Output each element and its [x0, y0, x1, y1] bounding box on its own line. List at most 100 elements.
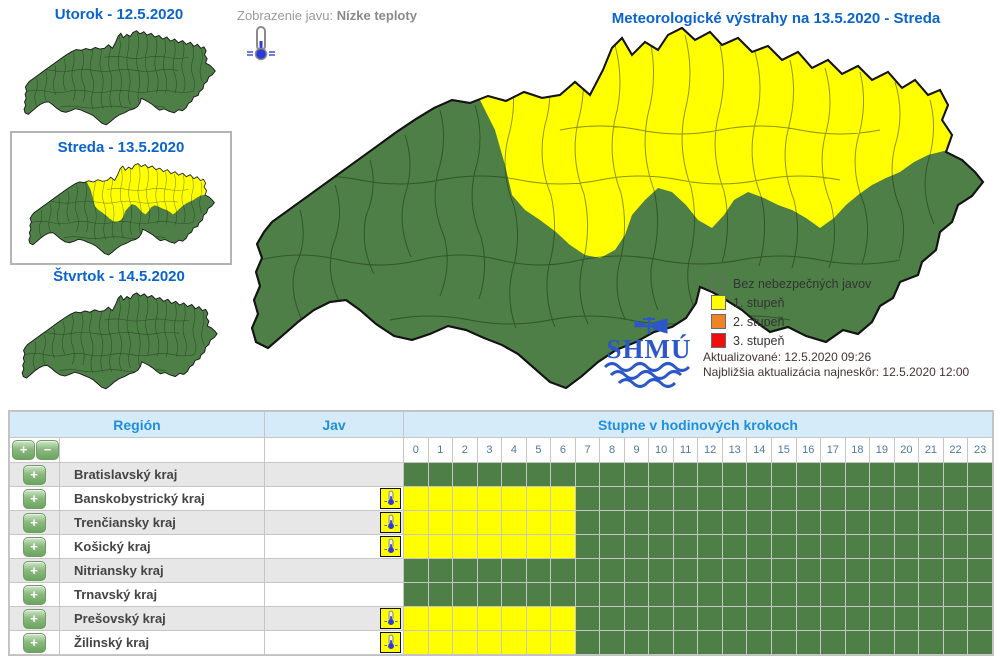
legend-label: Bez nebezpečných javov — [733, 277, 871, 291]
hour-header-1: 1 — [428, 438, 453, 463]
warning-cell-hour-4 — [502, 631, 527, 655]
day-tab-streda-label[interactable]: Streda - 13.5.2020 — [12, 139, 230, 156]
legend-item: 3. stupeň — [711, 333, 871, 348]
day-tab-stvrtok-label[interactable]: Štvrtok - 14.5.2020 — [8, 268, 230, 285]
day-tab-stvrtok[interactable]: Štvrtok - 14.5.2020 — [8, 268, 230, 392]
warning-cell-hour-16 — [796, 463, 821, 487]
warning-cell-hour-16 — [796, 583, 821, 607]
warning-cell-hour-0 — [404, 463, 429, 487]
warning-cell-hour-21 — [919, 463, 944, 487]
expand-region-button[interactable]: + — [23, 585, 46, 605]
warning-table: Región Jav Stupne v hodinových krokoch +… — [8, 410, 994, 656]
warning-cell-hour-1 — [428, 511, 453, 535]
warning-cell-hour-9 — [624, 631, 649, 655]
warning-cell-hour-11 — [673, 583, 698, 607]
warning-cell-hour-19 — [870, 559, 895, 583]
warning-cell-hour-19 — [870, 631, 895, 655]
expand-region-button[interactable]: + — [23, 537, 46, 557]
expand-region-button[interactable]: + — [23, 633, 46, 653]
day-tab-utorok-label[interactable]: Utorok - 12.5.2020 — [8, 6, 230, 23]
warning-cell-hour-8 — [600, 631, 625, 655]
updated-at: Aktualizované: 12.5.2020 09:26 — [703, 350, 969, 365]
warning-cell-hour-19 — [870, 535, 895, 559]
expand-region-button[interactable]: + — [23, 489, 46, 509]
warning-cell-hour-20 — [894, 511, 919, 535]
warning-cell-hour-0 — [404, 511, 429, 535]
slovakia-minimap-stvrtok[interactable] — [16, 288, 222, 392]
warning-cell-hour-14 — [747, 511, 772, 535]
warning-cell-hour-21 — [919, 607, 944, 631]
warning-cell-hour-3 — [477, 463, 502, 487]
warning-cell-hour-10 — [649, 535, 674, 559]
region-name: Banskobystrický kraj — [60, 487, 265, 511]
warning-cell-hour-8 — [600, 535, 625, 559]
warning-cell-hour-14 — [747, 583, 772, 607]
warning-cell-hour-22 — [943, 631, 968, 655]
warning-cell-hour-18 — [845, 511, 870, 535]
warning-cell-hour-4 — [502, 583, 527, 607]
update-info: Aktualizované: 12.5.2020 09:26 Najbližši… — [703, 350, 969, 380]
warning-cell-hour-1 — [428, 631, 453, 655]
expand-region-button[interactable]: + — [23, 561, 46, 581]
warning-cell-hour-5 — [526, 559, 551, 583]
warning-cell-hour-17 — [821, 511, 846, 535]
warning-cell-hour-21 — [919, 487, 944, 511]
warning-cell-hour-11 — [673, 487, 698, 511]
jav-cell — [265, 631, 404, 655]
legend-swatch-level-1 — [711, 295, 726, 310]
warning-cell-hour-1 — [428, 463, 453, 487]
warning-cell-hour-0 — [404, 487, 429, 511]
jav-cell — [265, 583, 404, 607]
region-name: Trnavský kraj — [60, 583, 265, 607]
warning-cell-hour-1 — [428, 535, 453, 559]
legend-label: 1. stupeň — [733, 296, 784, 310]
warning-cell-hour-8 — [600, 463, 625, 487]
warning-cell-hour-3 — [477, 511, 502, 535]
warning-cell-hour-5 — [526, 535, 551, 559]
warning-cell-hour-3 — [477, 631, 502, 655]
warning-legend: Bez nebezpečných javov1. stupeň2. stupeň… — [711, 276, 871, 352]
region-name: Nitriansky kraj — [60, 559, 265, 583]
warning-cell-hour-17 — [821, 559, 846, 583]
expand-all-button[interactable]: + — [12, 440, 35, 460]
expand-region-button[interactable]: + — [23, 465, 46, 485]
hour-header-20: 20 — [894, 438, 919, 463]
warning-cell-hour-17 — [821, 463, 846, 487]
warning-cell-hour-22 — [943, 583, 968, 607]
warning-cell-hour-5 — [526, 511, 551, 535]
warning-cell-hour-23 — [968, 463, 993, 487]
warning-cell-hour-21 — [919, 583, 944, 607]
collapse-all-button[interactable]: − — [36, 440, 59, 460]
warning-cell-hour-10 — [649, 631, 674, 655]
warning-cell-hour-10 — [649, 463, 674, 487]
hour-header-13: 13 — [722, 438, 747, 463]
warning-cell-hour-6 — [551, 583, 576, 607]
expand-cell: + — [10, 463, 60, 487]
warning-cell-hour-17 — [821, 631, 846, 655]
hour-header-9: 9 — [624, 438, 649, 463]
slovakia-minimap-utorok[interactable] — [16, 26, 222, 128]
jav-cell — [265, 535, 404, 559]
warning-cell-hour-5 — [526, 631, 551, 655]
warning-cell-hour-1 — [428, 607, 453, 631]
warning-cell-hour-20 — [894, 607, 919, 631]
day-tab-streda-selected[interactable]: Streda - 13.5.2020 — [10, 131, 232, 265]
warning-cell-hour-20 — [894, 463, 919, 487]
warning-cell-hour-22 — [943, 559, 968, 583]
warning-cell-hour-7 — [575, 583, 600, 607]
expand-region-button[interactable]: + — [23, 513, 46, 533]
warning-cell-hour-22 — [943, 607, 968, 631]
legend-item: 1. stupeň — [711, 295, 871, 310]
warning-cell-hour-19 — [870, 607, 895, 631]
warning-cell-hour-7 — [575, 607, 600, 631]
expand-region-button[interactable]: + — [23, 609, 46, 629]
day-tab-utorok[interactable]: Utorok - 12.5.2020 — [8, 6, 230, 128]
warning-cell-hour-9 — [624, 487, 649, 511]
warning-cell-hour-0 — [404, 535, 429, 559]
warning-cell-hour-2 — [453, 487, 478, 511]
low-temperature-icon — [380, 632, 401, 653]
warning-cell-hour-20 — [894, 583, 919, 607]
warning-cell-hour-12 — [698, 463, 723, 487]
region-name: Žilinský kraj — [60, 631, 265, 655]
slovakia-minimap-streda[interactable] — [21, 159, 221, 258]
